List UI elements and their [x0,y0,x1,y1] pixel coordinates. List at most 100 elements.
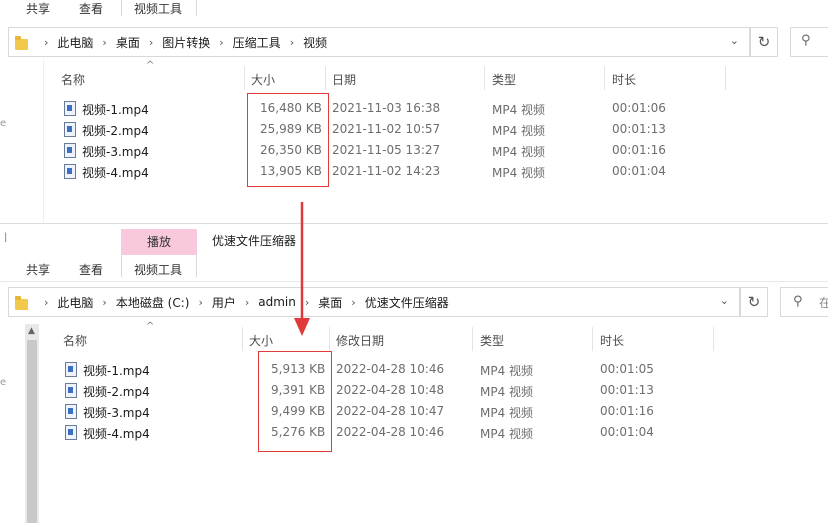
address-bar[interactable]: › 此电脑 › 本地磁盘 (C:) › 用户 › admin › 桌面 › 优速… [8,287,740,317]
column-type[interactable]: 类型 [480,332,504,349]
tab-share[interactable]: 共享 [26,261,50,278]
file-date: 2022-04-28 10:48 [336,383,445,397]
tab-video-tools[interactable]: 视频工具 [134,0,182,17]
breadcrumb-item[interactable]: 桌面 [318,294,342,311]
size-highlight-box [247,93,329,187]
chevron-down-icon[interactable]: ⌄ [730,34,739,47]
column-divider[interactable] [604,66,605,90]
file-type: MP4 视频 [492,124,546,138]
column-divider[interactable] [713,327,714,351]
scrollbar-thumb[interactable] [27,340,37,523]
file-name[interactable]: 视频-2.mp4 [83,383,150,400]
chevron-right-icon: › [351,295,356,309]
chevron-right-icon: › [148,35,154,49]
breadcrumb: › 此电脑 › 本地磁盘 (C:) › 用户 › admin › 桌面 › 优速… [35,288,449,316]
file-date: 2022-04-28 10:47 [336,404,445,418]
chevron-down-icon[interactable]: ⌄ [720,294,729,307]
file-name[interactable]: 视频-1.mp4 [83,362,150,379]
refresh-button[interactable]: ↻ [750,27,778,57]
column-duration[interactable]: 时长 [612,71,636,88]
video-file-icon [65,404,77,419]
column-divider[interactable] [242,327,243,351]
column-divider[interactable] [725,66,726,90]
column-name[interactable]: 名称 [61,71,85,88]
tab-view[interactable]: 查看 [79,0,103,17]
column-divider[interactable] [329,327,330,351]
size-highlight-box [258,351,332,452]
chevron-right-icon: › [102,295,107,309]
column-size[interactable]: 大小 [251,71,275,88]
top-explorer-window: 共享 查看 视频工具 › 此电脑 › 桌面 › 图片转换 › 压缩工具 › 视频… [0,0,828,222]
video-file-icon [64,164,76,179]
file-duration: 00:01:04 [612,164,666,178]
file-name[interactable]: 视频-3.mp4 [83,404,150,421]
column-divider[interactable] [244,66,245,90]
file-name[interactable]: 视频-3.mp4 [82,143,149,160]
search-icon: ⚲ [801,33,811,48]
ribbon-separator [196,0,197,16]
search-placeholder: 在 [819,294,828,311]
file-date: 2021-11-05 13:27 [332,143,441,157]
arrow-head [294,318,310,336]
file-type: MP4 视频 [480,385,534,399]
breadcrumb-item[interactable]: 图片转换 [162,34,210,51]
chevron-right-icon: › [289,35,295,49]
video-file-icon [65,383,77,398]
breadcrumb-item[interactable]: 本地磁盘 (C:) [116,294,190,311]
tab-share[interactable]: 共享 [26,0,50,17]
chevron-right-icon: › [244,295,250,309]
tab-video-tools[interactable]: 视频工具 [134,261,182,278]
video-file-icon [64,122,76,137]
window-title: 优速文件压缩器 [212,234,297,248]
file-type: MP4 视频 [480,364,534,378]
address-bar[interactable]: › 此电脑 › 桌面 › 图片转换 › 压缩工具 › 视频 ⌄ [8,27,750,57]
chevron-right-icon: › [44,35,49,49]
file-type: MP4 视频 [492,166,546,180]
column-duration[interactable]: 时长 [600,332,624,349]
breadcrumb-item[interactable]: 此电脑 [57,34,93,51]
breadcrumb: › 此电脑 › 桌面 › 图片转换 › 压缩工具 › 视频 [35,28,327,56]
file-duration: 00:01:04 [600,425,654,439]
column-size[interactable]: 大小 [249,332,273,349]
scroll-up-icon[interactable]: ▲ [28,326,35,336]
video-file-icon [65,425,77,440]
breadcrumb-item[interactable]: 压缩工具 [233,34,281,51]
sort-up-icon: ^ [146,60,155,71]
window-edge-mark: | [4,232,8,243]
file-duration: 00:01:13 [600,383,654,397]
folder-icon [15,296,28,310]
column-type[interactable]: 类型 [492,71,516,88]
ribbon-divider [0,281,828,282]
file-date: 2022-04-28 10:46 [336,425,445,439]
breadcrumb-item[interactable]: 优速文件压缩器 [365,294,449,311]
nav-pane-edge: e [0,118,7,129]
search-icon: ⚲ [793,294,803,309]
file-name[interactable]: 视频-2.mp4 [82,122,149,139]
video-file-icon [64,143,76,158]
column-divider[interactable] [325,66,326,90]
column-divider[interactable] [592,327,593,351]
search-input[interactable]: ⚲ 在 [780,287,828,317]
column-divider[interactable] [484,66,485,90]
column-date[interactable]: 日期 [332,71,356,88]
column-divider[interactable] [472,327,473,351]
breadcrumb-item[interactable]: 此电脑 [57,294,93,311]
file-name[interactable]: 视频-1.mp4 [82,101,149,118]
breadcrumb-item[interactable]: 用户 [212,294,236,311]
column-modified-date[interactable]: 修改日期 [336,332,384,349]
breadcrumb-item[interactable]: 桌面 [116,34,140,51]
file-name[interactable]: 视频-4.mp4 [82,164,149,181]
column-name[interactable]: 名称 [63,332,87,349]
file-name[interactable]: 视频-4.mp4 [83,425,150,442]
file-duration: 00:01:05 [600,362,654,376]
chevron-right-icon: › [102,35,107,49]
video-file-icon [64,101,76,116]
file-type: MP4 视频 [492,103,546,117]
tab-play[interactable]: 播放 [121,229,197,255]
refresh-button[interactable]: ↻ [740,287,768,317]
video-file-icon [65,362,77,377]
tab-view[interactable]: 查看 [79,261,103,278]
search-input[interactable]: ⚲ [790,27,828,57]
breadcrumb-item[interactable]: 视频 [303,34,327,51]
sort-up-icon: ^ [146,321,155,332]
